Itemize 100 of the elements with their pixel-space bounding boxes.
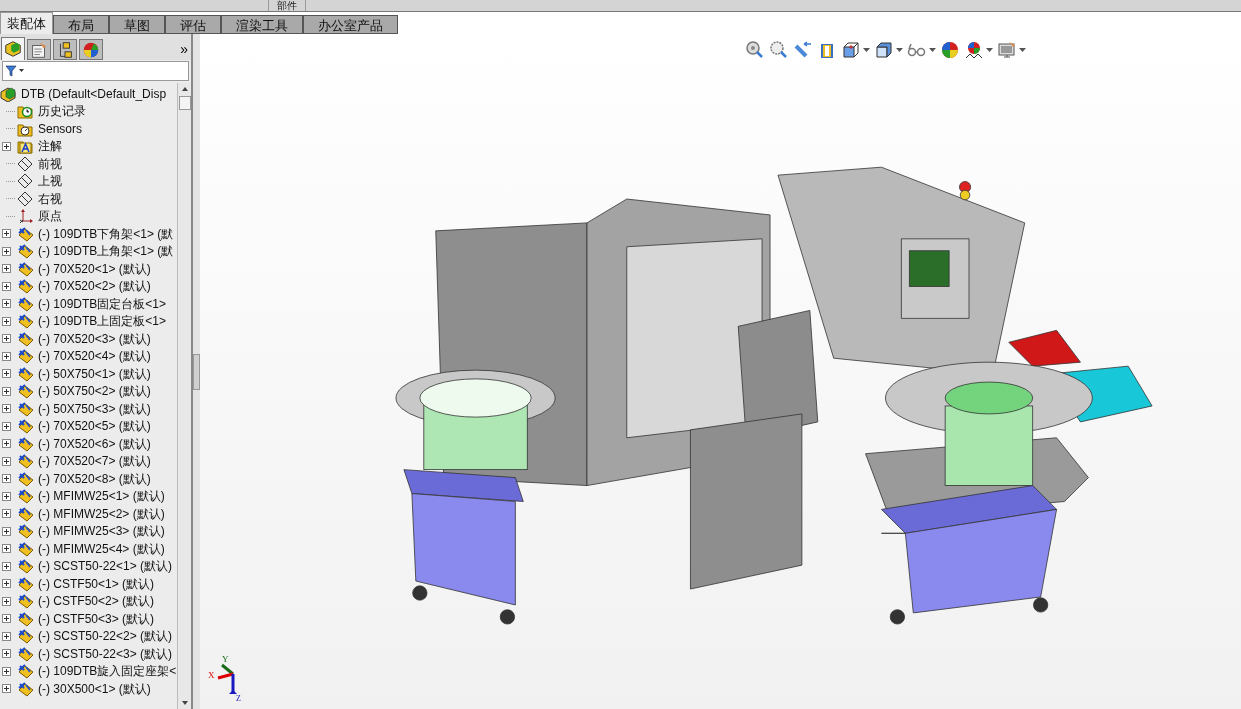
tree-item[interactable]: (-) MFIMW25<2> (默认) <box>38 506 165 521</box>
tree-item[interactable]: (-) MFIMW25<3> (默认) <box>38 524 165 539</box>
plane-icon <box>17 173 34 190</box>
tree-item[interactable]: 右视 <box>38 191 62 206</box>
cube-icon <box>841 40 861 60</box>
expand-icon[interactable] <box>2 264 11 274</box>
scrollbar-thumb[interactable] <box>178 96 191 110</box>
tree-item[interactable]: (-) 70X520<2> (默认) <box>38 279 151 294</box>
tree-item[interactable]: (-) 50X750<3> (默认) <box>38 401 151 416</box>
expand-icon[interactable] <box>2 631 11 641</box>
tree-item[interactable]: Sensors <box>38 121 83 136</box>
expand-icon[interactable] <box>2 509 11 519</box>
expand-icon[interactable] <box>2 491 11 501</box>
tree-item[interactable]: (-) 70X520<4> (默认) <box>38 349 151 364</box>
appearance-tab[interactable] <box>79 39 103 60</box>
configuration-tab[interactable] <box>53 39 77 60</box>
expand-icon[interactable] <box>2 246 11 256</box>
tree-item[interactable]: 上视 <box>38 174 62 189</box>
appearance-button[interactable] <box>940 39 960 61</box>
ribbon-tab[interactable]: 评估 <box>165 15 221 34</box>
expand-icon[interactable] <box>2 421 11 431</box>
expand-icon[interactable] <box>2 386 11 396</box>
tree-item[interactable]: (-) 30X500<1> (默认) <box>38 681 151 696</box>
expand-icon[interactable] <box>2 474 11 484</box>
part-icon <box>17 295 34 312</box>
expand-icon[interactable] <box>2 544 11 554</box>
expand-icon[interactable] <box>2 369 11 379</box>
part-icon <box>17 348 34 365</box>
tree-item[interactable]: (-) 109DTB下角架<1> (默 <box>38 226 174 241</box>
feature-tree-tab[interactable] <box>1 37 25 60</box>
part-icon <box>17 330 34 347</box>
ribbon-tab[interactable]: 渲染工具 <box>221 15 303 34</box>
expand-panel-button[interactable]: » <box>177 41 191 57</box>
property-tab[interactable] <box>27 39 51 60</box>
tree-item[interactable]: 原点 <box>38 209 62 224</box>
expand-icon[interactable] <box>2 649 11 659</box>
scrollbar[interactable] <box>177 83 191 709</box>
filter-icon[interactable] <box>5 65 25 77</box>
tree-item[interactable]: (-) 70X520<6> (默认) <box>38 436 151 451</box>
tree-item[interactable]: 前视 <box>38 156 62 171</box>
part-icon <box>17 645 34 662</box>
part-icon <box>17 610 34 627</box>
expand-icon[interactable] <box>2 141 11 151</box>
tree-item[interactable]: (-) 70X520<7> (默认) <box>38 454 151 469</box>
tree-item[interactable]: (-) CSTF50<1> (默认) <box>38 576 154 591</box>
tree-item[interactable]: (-) 50X750<2> (默认) <box>38 384 151 399</box>
expand-icon[interactable] <box>2 579 11 589</box>
tree-item[interactable]: (-) SCST50-22<1> (默认) <box>38 559 173 574</box>
tree-item[interactable]: (-) SCST50-22<3> (默认) <box>38 646 173 661</box>
tree-item[interactable]: (-) 70X520<5> (默认) <box>38 419 151 434</box>
tree-item[interactable]: (-) 109DTB上固定板<1> <box>38 314 167 329</box>
expand-icon[interactable] <box>2 561 11 571</box>
expand-icon[interactable] <box>2 684 11 694</box>
tree-item[interactable]: (-) 70X520<8> (默认) <box>38 471 151 486</box>
folder-clock-icon <box>17 103 34 120</box>
expand-icon[interactable] <box>2 614 11 624</box>
tree-item[interactable]: (-) MFIMW25<4> (默认) <box>38 541 165 556</box>
view-orientation-button[interactable] <box>841 39 870 61</box>
expand-icon[interactable] <box>2 404 11 414</box>
expand-icon[interactable] <box>2 351 11 361</box>
scene-button[interactable] <box>964 39 993 61</box>
tree-item[interactable]: (-) 70X520<3> (默认) <box>38 331 151 346</box>
zoom-area-icon <box>769 40 789 60</box>
caret-icon <box>863 48 870 52</box>
expand-icon[interactable] <box>2 666 11 676</box>
tree-item[interactable]: (-) 70X520<1> (默认) <box>38 261 151 276</box>
tree-item[interactable]: (-) 109DTB旋入固定座架< <box>38 664 177 679</box>
part-icon <box>17 470 34 487</box>
panel-splitter-handle[interactable] <box>193 353 200 390</box>
part-icon <box>17 435 34 452</box>
part-icon <box>17 400 34 417</box>
ribbon-tab[interactable]: 办公室产品 <box>303 15 398 34</box>
tree-item[interactable]: (-) 109DTB上角架<1> (默 <box>38 244 174 259</box>
ribbon-tab[interactable]: 草图 <box>109 15 165 34</box>
tree-item[interactable]: (-) MFIMW25<1> (默认) <box>38 489 165 504</box>
toolbar-label: 部件 <box>268 0 306 11</box>
expand-icon[interactable] <box>2 456 11 466</box>
tree-item[interactable]: 注解 <box>38 139 62 154</box>
expand-icon[interactable] <box>2 281 11 291</box>
tree-item[interactable]: (-) CSTF50<2> (默认) <box>38 594 154 609</box>
monitor-icon <box>997 40 1017 60</box>
expand-icon[interactable] <box>2 316 11 326</box>
expand-icon[interactable] <box>2 229 11 239</box>
tree-item[interactable]: (-) 50X750<1> (默认) <box>38 366 151 381</box>
tree-item[interactable]: 历史记录 <box>38 104 86 119</box>
expand-icon[interactable] <box>2 526 11 536</box>
tree-item[interactable]: (-) CSTF50<3> (默认) <box>38 611 154 626</box>
ribbon-tab[interactable]: 装配体 <box>0 12 53 34</box>
tree-item[interactable]: (-) SCST50-22<2> (默认) <box>38 629 173 644</box>
expand-icon[interactable] <box>2 596 11 606</box>
expand-icon[interactable] <box>2 299 11 309</box>
tree-item[interactable]: (-) 109DTB固定台板<1> <box>38 296 167 311</box>
plane-icon <box>17 190 34 207</box>
expand-icon[interactable] <box>2 334 11 344</box>
expand-icon[interactable] <box>2 439 11 449</box>
display-settings-button[interactable] <box>997 39 1026 61</box>
ribbon-tab[interactable]: 布局 <box>53 15 109 34</box>
display-style-button[interactable] <box>874 39 903 61</box>
color-wheel-icon <box>940 40 960 60</box>
tree-item[interactable]: DTB (Default<Default_Disp <box>21 86 167 101</box>
